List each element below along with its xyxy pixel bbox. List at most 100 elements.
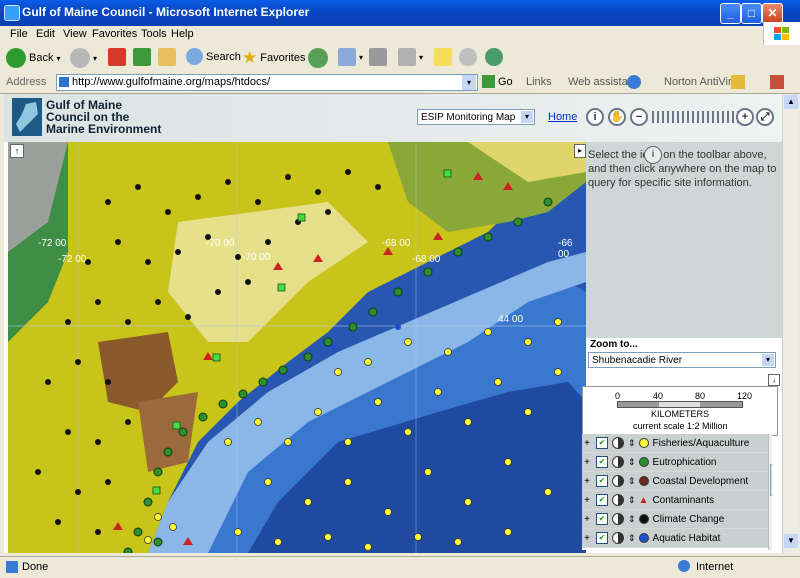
layer-row[interactable]: + ✔ ⇕ Fisheries/Aquaculture — [582, 434, 768, 453]
search-button[interactable]: Search — [186, 48, 241, 65]
transparency-icon[interactable] — [612, 513, 624, 525]
page-scrollbar[interactable]: ▲ ▼ — [782, 94, 799, 554]
edit-button[interactable]: ▾ — [398, 48, 423, 66]
notes-button[interactable] — [434, 48, 452, 66]
transparency-icon[interactable] — [612, 475, 624, 487]
reorder-icon[interactable]: ⇕ — [628, 476, 636, 487]
map-collapse-right-icon[interactable]: ▸ — [574, 144, 586, 158]
layer-checkbox[interactable]: ✔ — [596, 513, 608, 525]
scroll-down-icon[interactable]: ▼ — [784, 534, 798, 548]
layer-list-scrollbar[interactable] — [768, 434, 772, 550]
address-input[interactable]: http://www.gulfofmaine.org/maps/htdocs/ — [56, 74, 478, 91]
globe-icon — [627, 75, 641, 89]
map-select[interactable]: ESIP Monitoring Map ▾ — [417, 109, 535, 125]
menu-view[interactable]: View — [63, 28, 87, 40]
forward-button[interactable]: ▾ — [70, 48, 97, 68]
refresh-icon — [133, 48, 151, 66]
links-label[interactable]: Links — [526, 76, 552, 88]
scale-tick-40: 40 — [653, 391, 664, 401]
reorder-icon[interactable]: ⇕ — [628, 533, 636, 544]
map-label-lon-70b: -70 00 — [242, 252, 271, 263]
address-label: Address — [6, 76, 47, 88]
pdf-icon[interactable] — [770, 75, 784, 89]
refresh-button[interactable] — [133, 48, 151, 66]
favorites-button[interactable]: ★ Favorites — [242, 48, 306, 68]
layer-row[interactable]: + ✔ ⇕ Aquatic Habitat — [582, 529, 768, 548]
back-button[interactable]: Back ▾ — [6, 48, 60, 68]
expand-icon[interactable]: + — [582, 514, 592, 525]
layer-checkbox[interactable]: ✔ — [596, 494, 608, 506]
star-icon: ★ — [242, 48, 258, 67]
layer-checkbox[interactable]: ✔ — [596, 456, 608, 468]
scale-tick-80: 80 — [695, 391, 706, 401]
map-canvas — [8, 142, 586, 553]
address-dropdown-icon[interactable]: ▾ — [462, 75, 476, 90]
chevron-down-icon: ▾ — [419, 52, 424, 62]
pan-tool-icon[interactable]: ✋ — [608, 108, 626, 126]
info-instructions: Select the icon on the toolbar above, an… — [588, 149, 777, 189]
zoom-out-tool-icon[interactable]: − — [630, 108, 648, 126]
history-button[interactable] — [308, 48, 328, 68]
edit-icon — [398, 48, 416, 66]
maximize-button[interactable]: □ — [741, 3, 762, 24]
menu-help[interactable]: Help — [171, 28, 194, 40]
home-link[interactable]: Home — [548, 111, 577, 123]
layer-row[interactable]: + ✔ ⇕ Coastal Development — [582, 472, 768, 491]
transparency-icon[interactable] — [612, 532, 624, 544]
transparency-icon[interactable] — [612, 494, 624, 506]
expand-icon[interactable]: + — [582, 476, 592, 487]
expand-icon[interactable]: + — [582, 457, 592, 468]
layer-row[interactable]: + ✔ ⇕ Climate Change — [582, 510, 768, 529]
address-bar: Address http://www.gulfofmaine.org/maps/… — [0, 72, 800, 94]
info-icon: i — [644, 146, 662, 164]
map-view[interactable]: -72 00 -72 00 -70 00 -70 00 -68 00 -68 0… — [8, 142, 586, 553]
layer-list: + ✔ ⇕ Fisheries/Aquaculture + ✔ ⇕ Eutrop… — [582, 434, 772, 550]
scale-tick-0: 0 — [615, 391, 621, 401]
expand-icon[interactable]: + — [582, 533, 592, 544]
messenger-icon — [485, 48, 503, 66]
zoom-level-bar[interactable] — [652, 111, 738, 123]
scrollbar-thumb[interactable] — [770, 464, 772, 496]
expand-icon[interactable]: + — [582, 438, 592, 449]
zoom-to-value: Shubenacadie River — [592, 355, 683, 366]
info-tool-icon[interactable]: i — [586, 108, 604, 126]
map-label-lon-68a: -68 00 — [382, 238, 411, 249]
layer-checkbox[interactable]: ✔ — [596, 475, 608, 487]
menu-edit[interactable]: Edit — [36, 28, 55, 40]
discuss-button[interactable] — [459, 48, 477, 66]
layer-checkbox[interactable]: ✔ — [596, 437, 608, 449]
full-extent-tool-icon[interactable]: ⤢ — [756, 108, 774, 126]
red-triangle-icon: ▲ — [638, 494, 649, 506]
layer-row[interactable]: + ✔ ⇕ Eutrophication — [582, 453, 768, 472]
title-bar: Gulf of Maine Council - Microsoft Intern… — [0, 0, 800, 26]
transparency-icon[interactable] — [612, 437, 624, 449]
web-page: Gulf of Maine Council on the Marine Envi… — [4, 94, 782, 553]
transparency-icon[interactable] — [612, 456, 624, 468]
layer-row[interactable]: + ✔ ⇕ ▲ Contaminants — [582, 491, 768, 510]
zoom-to-select[interactable]: Shubenacadie River ▾ — [588, 352, 776, 368]
reorder-icon[interactable]: ⇕ — [628, 457, 636, 468]
scroll-up-icon[interactable]: ▲ — [784, 95, 798, 109]
menu-file[interactable]: File — [10, 28, 28, 40]
menu-favorites[interactable]: Favorites — [92, 28, 137, 40]
mail-icon — [338, 48, 356, 66]
reorder-icon[interactable]: ⇕ — [628, 495, 636, 506]
search-icon — [186, 48, 203, 65]
minimize-button[interactable]: _ — [720, 3, 741, 24]
layer-label: Eutrophication — [652, 456, 717, 468]
mail-button[interactable]: ▾ — [338, 48, 363, 66]
layer-checkbox[interactable]: ✔ — [596, 532, 608, 544]
home-button[interactable] — [158, 48, 176, 66]
map-expand-up-icon[interactable]: ↑ — [10, 144, 24, 158]
zoom-in-tool-icon[interactable]: + — [736, 108, 754, 126]
menu-tools[interactable]: Tools — [141, 28, 167, 40]
expand-icon[interactable]: + — [582, 495, 592, 506]
reorder-icon[interactable]: ⇕ — [628, 438, 636, 449]
messenger-button[interactable] — [485, 48, 503, 66]
panel-collapse-icon[interactable]: ↓ — [768, 374, 780, 386]
print-button[interactable] — [369, 48, 387, 66]
go-button[interactable]: Go — [482, 75, 513, 88]
stop-button[interactable] — [108, 48, 126, 66]
reorder-icon[interactable]: ⇕ — [628, 514, 636, 525]
close-button[interactable]: ✕ — [762, 3, 783, 24]
